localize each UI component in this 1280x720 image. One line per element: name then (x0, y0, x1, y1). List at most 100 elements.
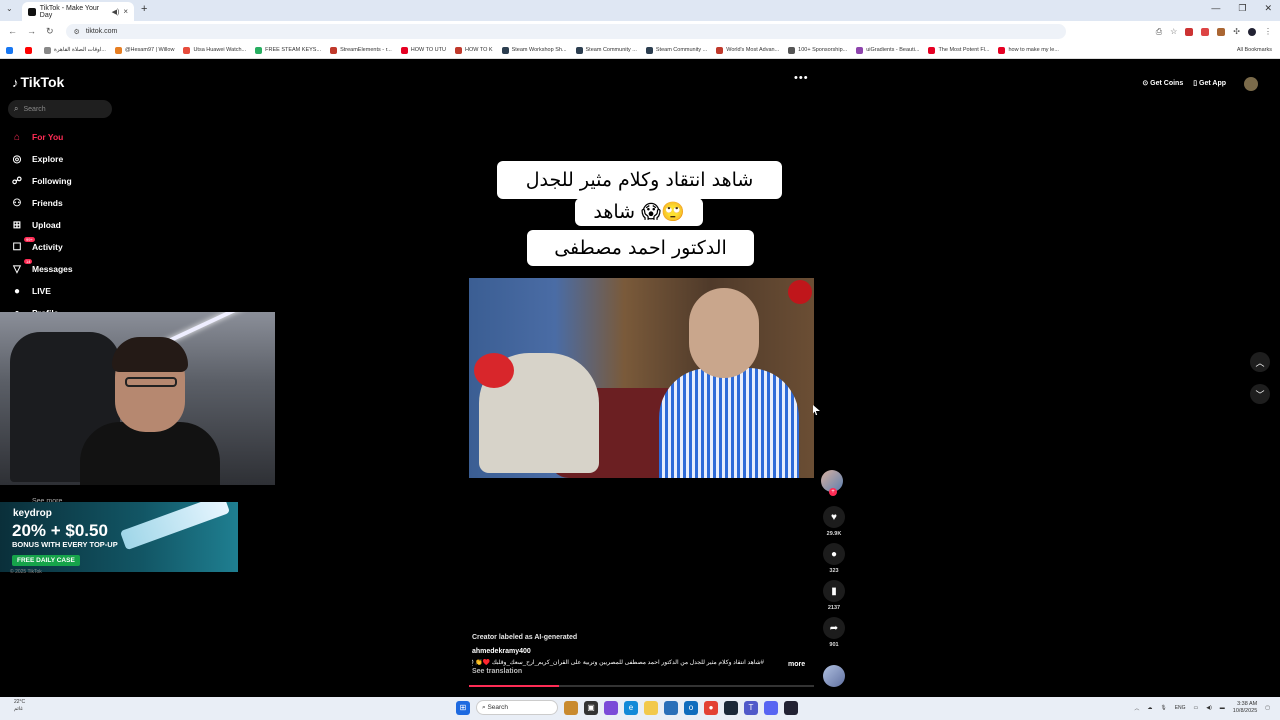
bookmark-item[interactable]: @Hesam97 | Willow (114, 46, 174, 54)
extensions-puzzle-icon[interactable]: ✣ (1233, 27, 1240, 36)
sidebar-item-messages[interactable]: ▽ Messages (10, 258, 73, 280)
previous-video-chevron-up-icon[interactable]: ︿ (1250, 352, 1270, 372)
sidebar-item-label: Upload (32, 220, 61, 230)
heart-icon[interactable]: ♥ (823, 506, 845, 528)
mic-icon[interactable]: 🎙 (1160, 705, 1166, 711)
edge-icon[interactable]: e (624, 700, 638, 715)
sidebar-item-following[interactable]: ☍ Following (10, 170, 73, 192)
sidebar-item-friends[interactable]: ⚇ Friends (10, 192, 73, 214)
extension-icon[interactable] (1201, 27, 1210, 36)
follow-plus-icon[interactable]: + (829, 488, 837, 496)
tray-chevron-up-icon[interactable]: ︿ (1134, 705, 1139, 712)
taskbar-search[interactable]: ⌕ Search (476, 700, 558, 715)
bookmark-item[interactable]: 100+ Sponsorship... (788, 46, 847, 54)
minimize-icon[interactable]: — (1211, 3, 1220, 14)
outlook-icon[interactable]: o (684, 700, 698, 715)
teams-icon[interactable]: T (744, 700, 758, 715)
bookmark-item[interactable]: how to make my le... (998, 46, 1059, 54)
task-view-icon[interactable]: ▣ (584, 700, 598, 715)
sound-avatar[interactable] (823, 665, 845, 687)
network-icon[interactable]: ▭ (1194, 705, 1199, 711)
video-player[interactable] (469, 278, 814, 478)
bookmark-item[interactable]: uiGradients - Beauti... (856, 46, 919, 54)
comment-action[interactable]: ● 323 (821, 543, 847, 574)
maximize-icon[interactable]: ❐ (1238, 3, 1246, 14)
following-icon: ☍ (11, 175, 23, 187)
bookmark-item[interactable]: StreamElements - r... (330, 46, 392, 54)
forward-icon[interactable]: → (27, 26, 36, 37)
sidebar-item-explore[interactable]: ◎ Explore (10, 148, 73, 170)
steam-icon[interactable] (724, 700, 738, 715)
bookmark-item[interactable]: FREE STEAM KEYS... (255, 46, 321, 54)
like-action[interactable]: ♥ 29.9K (821, 506, 847, 537)
widgets-icon[interactable] (564, 700, 578, 715)
close-tab-icon[interactable]: × (123, 7, 128, 16)
creator-avatar[interactable]: + (821, 470, 843, 496)
all-bookmarks-button[interactable]: All Bookmarks (1237, 47, 1272, 53)
browser-tab[interactable]: TikTok - Make Your Day ◀) × (22, 2, 134, 21)
tray-app-icon[interactable]: ☁ (1147, 705, 1152, 711)
url-field[interactable]: ⚙ tiktok.com (65, 24, 1066, 39)
author-username[interactable]: ahmedekramy400 (472, 648, 812, 655)
battery-icon[interactable]: ▬ (1220, 705, 1225, 711)
back-icon[interactable]: ← (8, 26, 17, 37)
bookmark-item[interactable]: Steam Community ... (645, 46, 707, 54)
sidebar-item-live[interactable]: ● LIVE (10, 280, 73, 302)
chrome-icon[interactable]: ● (704, 700, 718, 715)
bookmark-item[interactable]: World's Most Advan... (716, 46, 779, 54)
more-button[interactable]: more (788, 661, 805, 668)
bookmark-item[interactable]: Steam Workshop Sh... (501, 46, 567, 54)
discord-icon[interactable] (764, 700, 778, 715)
tab-search-icon[interactable]: ⌄ (6, 4, 13, 13)
bookmark-icon[interactable]: ▮ (823, 580, 845, 602)
save-action[interactable]: ▮ 2137 (821, 580, 847, 611)
get-coins-button[interactable]: ⊙ Get Coins (1142, 79, 1183, 87)
sidebar-item-upload[interactable]: ⊞ Upload (10, 214, 73, 236)
bookmark-item[interactable]: HOW TO K (454, 46, 493, 54)
share-action[interactable]: ➦ 901 (821, 617, 847, 648)
next-video-chevron-down-icon[interactable]: ﹀ (1250, 384, 1270, 404)
reload-icon[interactable]: ↻ (46, 26, 54, 37)
user-avatar[interactable] (1244, 77, 1258, 91)
site-info-icon[interactable]: ⚙ (74, 28, 80, 36)
language-indicator[interactable]: ENG (1175, 705, 1186, 711)
bookmark-item[interactable]: The Most Potent Fl... (928, 46, 989, 54)
profile-avatar[interactable] (1248, 27, 1256, 36)
obs-icon[interactable] (784, 700, 798, 715)
video-progress-bar[interactable] (469, 685, 814, 687)
notifications-icon[interactable]: ▢ (1265, 705, 1270, 711)
start-windows-icon[interactable]: ⊞ (456, 700, 470, 715)
file-explorer-icon[interactable] (644, 700, 658, 715)
bookmark-item[interactable]: HOW TO UTU (400, 46, 446, 54)
extension-icon[interactable] (1185, 27, 1194, 36)
store-icon[interactable] (664, 700, 678, 715)
bookmark-item[interactable]: Steam Community ... (575, 46, 637, 54)
bookmark-item[interactable]: Utsa Huawei Watch... (183, 46, 246, 54)
sidebar-item-activity[interactable]: ☐ Activity (10, 236, 73, 258)
get-app-button[interactable]: ▯ Get App (1193, 79, 1226, 87)
chrome-menu-icon[interactable]: ⋮ (1264, 27, 1272, 36)
clock[interactable]: 3:38 AM 10/8/2025 (1233, 701, 1257, 715)
volume-icon[interactable]: ◀) (1206, 705, 1212, 711)
bookmark-item[interactable]: اوقات الصلاة القاهرة... (44, 46, 106, 54)
copilot-icon[interactable] (604, 700, 618, 715)
weather-widget[interactable]: 22°C غائم (14, 699, 25, 713)
bookmark-item[interactable] (6, 46, 16, 54)
bookmark-item[interactable] (25, 46, 35, 54)
search-input[interactable]: ⌕ Search (8, 100, 112, 118)
sidebar-item-for-you[interactable]: ⌂ For You (10, 126, 73, 148)
tiktok-logo[interactable]: ♪ TikTok (12, 74, 64, 90)
comment-icon[interactable]: ● (823, 543, 845, 565)
share-icon[interactable]: ➦ (823, 617, 845, 639)
bookmark-star-icon[interactable]: ☆ (1170, 27, 1177, 36)
more-options-icon[interactable]: ••• (794, 72, 809, 84)
bookmark-favicon-icon (716, 46, 724, 54)
extension-icon[interactable] (1217, 27, 1226, 36)
see-translation-link[interactable]: See translation (472, 668, 812, 675)
keydrop-promo-banner[interactable]: keydrop 20% + $0.50 BONUS WITH EVERY TOP… (0, 502, 238, 572)
free-daily-case-button[interactable]: FREE DAILY CASE (12, 555, 80, 566)
close-window-icon[interactable]: ✕ (1264, 3, 1272, 14)
new-tab-button[interactable]: + (141, 3, 147, 15)
install-app-icon[interactable]: ⎙ (1156, 27, 1162, 37)
audio-icon[interactable]: ◀) (112, 8, 120, 16)
